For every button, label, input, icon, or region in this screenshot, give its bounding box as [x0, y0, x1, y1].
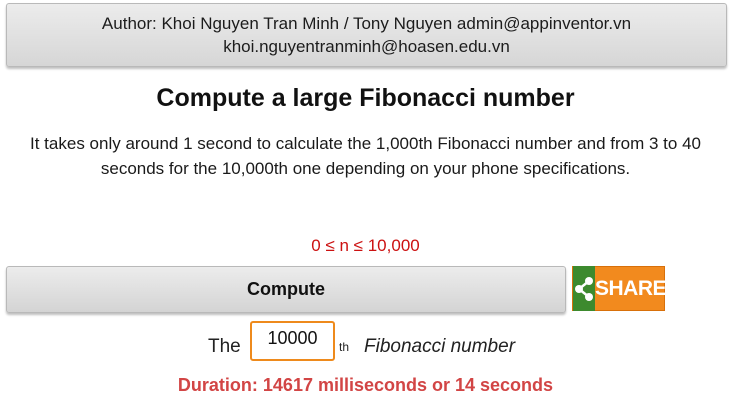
share-icon: [573, 266, 595, 311]
fibonacci-label: Fibonacci number: [364, 336, 516, 357]
n-input-field[interactable]: [250, 321, 335, 361]
ordinal-suffix: th: [339, 340, 350, 354]
page-title: Compute a large Fibonacci number: [156, 84, 575, 112]
share-label: SHARE: [595, 276, 667, 300]
compute-button[interactable]: Compute: [6, 266, 566, 313]
share-button[interactable]: SHARE: [572, 266, 667, 311]
author-line-2: khoi.nguyentranminh@hoasen.edu.vn: [223, 37, 510, 56]
description-text: It takes only around 1 second to calcula…: [30, 134, 701, 178]
ordinal-prefix: The: [208, 336, 241, 357]
duration-result: Duration: 14617 milliseconds or 14 secon…: [177, 375, 554, 395]
author-button[interactable]: Author: Khoi Nguyen Tran Minh / Tony Ngu…: [6, 3, 727, 67]
range-hint: 0 ≤ n ≤ 10,000: [311, 236, 420, 255]
author-line-1: Author: Khoi Nguyen Tran Minh / Tony Ngu…: [101, 14, 632, 33]
